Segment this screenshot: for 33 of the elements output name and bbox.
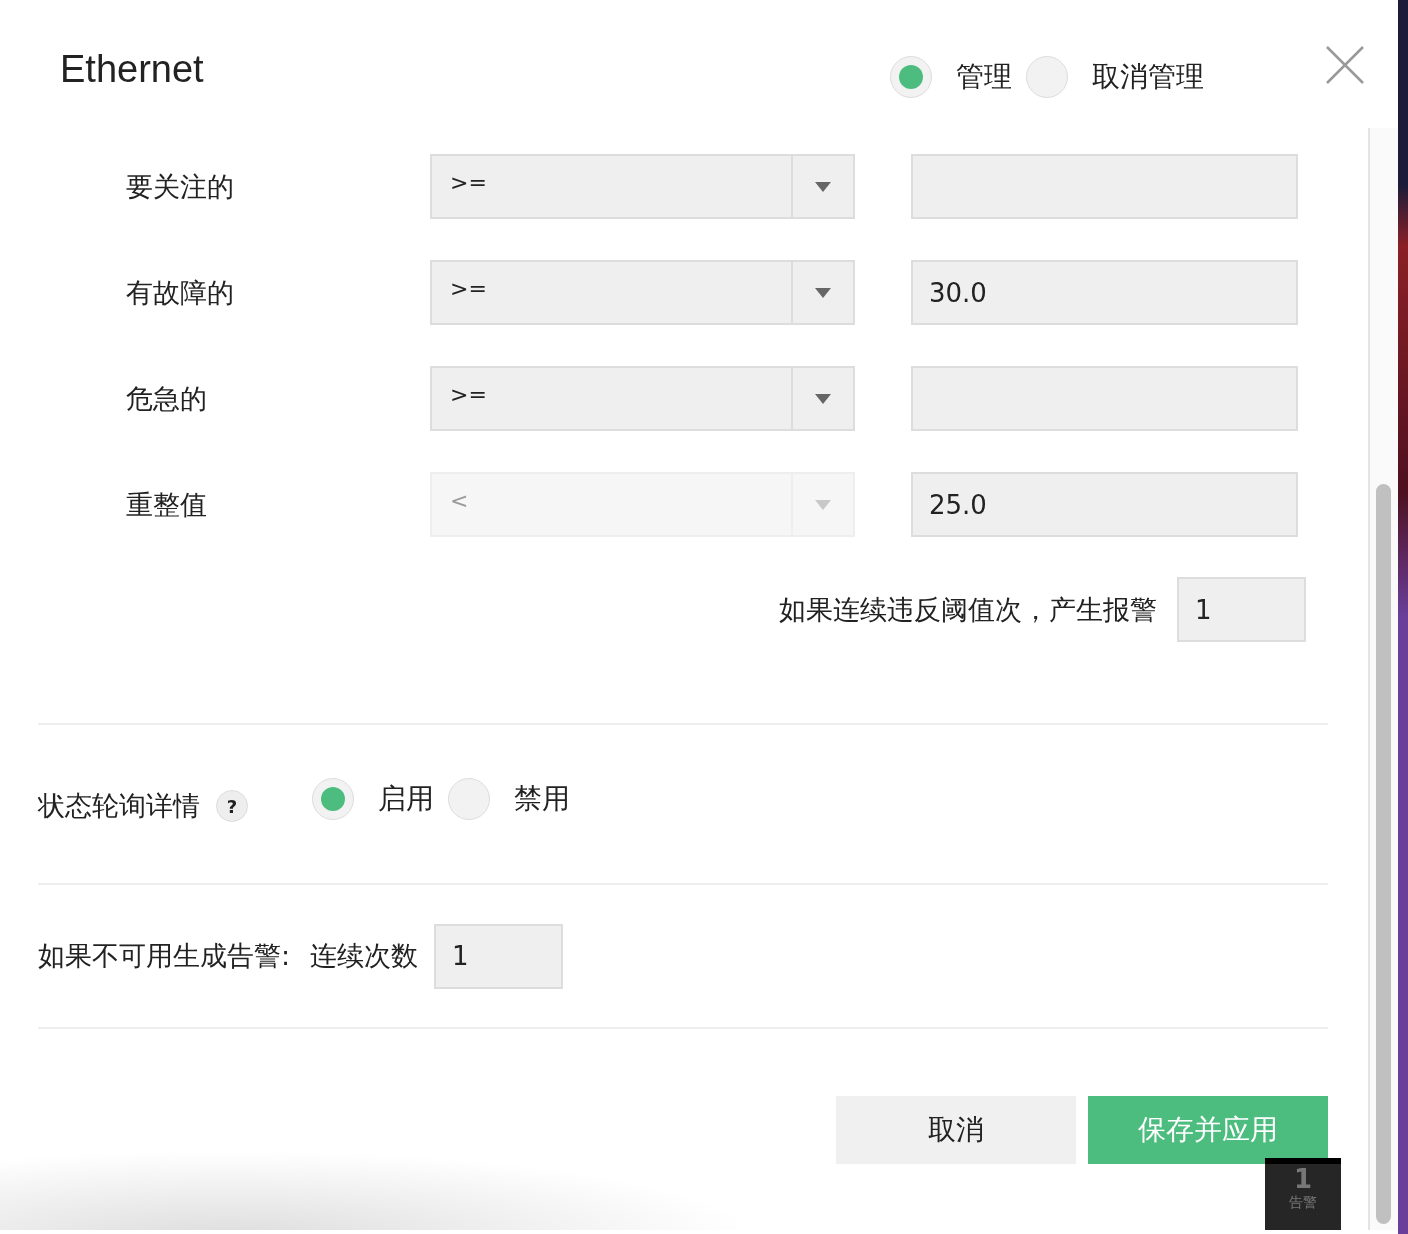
unavailable-alert-label: 如果不可用生成告警: (38, 939, 291, 973)
count-input[interactable]: 1 (434, 923, 564, 989)
radio-label: 禁用 (514, 781, 570, 817)
threshold-input[interactable]: 30.0 (911, 260, 1298, 325)
radio-button[interactable] (448, 778, 490, 820)
operator-dropdown[interactable]: >= (430, 154, 855, 219)
threshold-label: 要关注的 (125, 169, 235, 204)
caret-icon (815, 181, 831, 192)
operator-dropdown[interactable]: >= (430, 260, 855, 325)
radio-label: 启用 (378, 781, 434, 817)
threshold-label: 重整值 (125, 487, 208, 522)
radio-label: 取消管理 (1092, 59, 1204, 95)
caret-icon (815, 393, 831, 404)
caret-icon (815, 499, 831, 510)
operator-dropdown[interactable]: >= (430, 366, 855, 431)
dialog-title: Ethernet (60, 47, 204, 91)
close-icon[interactable] (1325, 45, 1365, 85)
scrollbar[interactable] (1368, 128, 1398, 1230)
radio-button[interactable] (312, 778, 354, 820)
status-polling-label: 状态轮询详情 (38, 789, 200, 823)
caret-icon (815, 287, 831, 298)
cancel-button[interactable]: 取消 (836, 1096, 1076, 1164)
consecutive-violation-label: 如果连续违反阈值次，产生报警 (779, 592, 1157, 627)
count-input[interactable]: 1 (1177, 577, 1306, 642)
radio-label: 管理 (956, 59, 1012, 95)
help-icon[interactable]: ? (216, 790, 248, 822)
threshold-input[interactable] (911, 366, 1298, 431)
threshold-label: 危急的 (125, 381, 208, 416)
threshold-label: 有故障的 (125, 275, 235, 310)
threshold-input[interactable] (911, 154, 1298, 219)
radio-button[interactable] (1026, 56, 1068, 98)
radio-button[interactable] (890, 56, 932, 98)
consecutive-count-label: 连续次数 (310, 939, 419, 973)
